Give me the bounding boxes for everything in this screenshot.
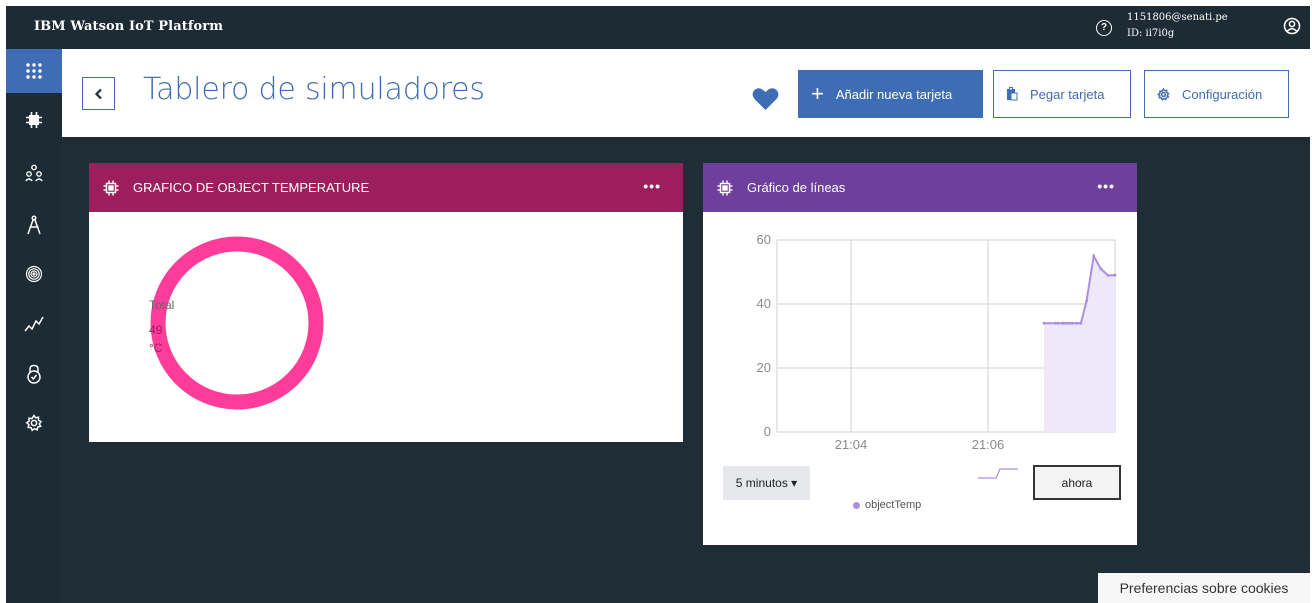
user-avatar-icon[interactable] xyxy=(1283,17,1301,35)
help-icon[interactable]: ? xyxy=(1096,20,1112,36)
paste-card-label: Pegar tarjeta xyxy=(1030,86,1105,102)
device-chip-icon xyxy=(717,180,733,196)
series-point xyxy=(1075,321,1079,325)
now-button[interactable]: ahora xyxy=(1033,465,1121,500)
donut-total-label: Total xyxy=(149,298,175,312)
rail-item-usage[interactable] xyxy=(6,304,62,344)
apps-icon xyxy=(26,63,42,79)
card-header: Gráfico de líneas ••• xyxy=(703,163,1137,212)
devices-icon xyxy=(26,112,42,128)
side-rail xyxy=(6,49,62,603)
x-tick-label: 21:06 xyxy=(972,437,1005,452)
favorite-heart-icon[interactable] xyxy=(752,87,779,111)
series-point xyxy=(1054,321,1057,325)
series-point xyxy=(1042,321,1046,325)
rail-item-apps[interactable] xyxy=(6,49,62,93)
legend-label: objectTemp xyxy=(865,499,922,511)
y-tick-label: 60 xyxy=(757,232,771,247)
series-point xyxy=(1065,321,1069,325)
members-icon xyxy=(25,164,43,182)
device-chip-icon xyxy=(103,180,119,196)
series-point xyxy=(1056,321,1060,325)
rail-item-security[interactable] xyxy=(6,254,62,294)
timeline-preview xyxy=(978,468,1018,479)
series-point xyxy=(1062,321,1066,325)
chevron-left-icon xyxy=(94,88,102,99)
back-button[interactable] xyxy=(82,77,115,110)
add-card-label: Añadir nueva tarjeta xyxy=(835,86,953,102)
rail-item-members[interactable] xyxy=(6,153,62,193)
rail-item-devices[interactable] xyxy=(6,100,62,140)
y-tick-label: 0 xyxy=(764,424,771,439)
series-point xyxy=(1079,321,1083,325)
paste-icon xyxy=(1006,87,1018,101)
card-title: GRAFICO DE OBJECT TEMPERATURE xyxy=(133,180,370,195)
series-area xyxy=(1044,256,1115,432)
line-chart: 0 20 40 60 21:04 21:06 xyxy=(757,232,1117,452)
legend-dot xyxy=(853,501,860,509)
y-tick-label: 20 xyxy=(757,360,771,375)
user-id: ID: ii7i0g xyxy=(1127,28,1175,39)
usage-chart-icon xyxy=(24,316,44,332)
compass-icon xyxy=(27,215,41,235)
y-tick-label: 40 xyxy=(757,296,771,311)
donut-value: 49 xyxy=(149,323,163,337)
card-menu-icon[interactable]: ••• xyxy=(643,178,661,194)
cookie-preferences-button[interactable]: Preferencias sobre cookies xyxy=(1098,573,1310,603)
card-menu-icon[interactable]: ••• xyxy=(1097,178,1115,194)
dashboard-header: Tablero de simuladores + Añadir nueva ta… xyxy=(62,49,1310,137)
temperature-gauge-card: GRAFICO DE OBJECT TEMPERATURE ••• Total … xyxy=(89,163,683,442)
series-point xyxy=(1085,299,1088,303)
plus-icon: + xyxy=(811,81,824,106)
series-point xyxy=(1113,273,1117,277)
series-point xyxy=(1099,267,1103,271)
rail-item-lock[interactable] xyxy=(6,354,62,394)
rail-item-rules[interactable] xyxy=(6,205,62,245)
series-point xyxy=(1106,273,1110,277)
user-info[interactable]: 1151806@senati.pe ID: ii7i0g xyxy=(1127,10,1228,42)
app-frame: IBM Watson IoT Platform ? 1151806@senati… xyxy=(6,6,1310,603)
rail-item-settings[interactable] xyxy=(6,403,62,443)
series-point xyxy=(1092,254,1096,258)
donut-unit: °C xyxy=(149,341,163,355)
paste-card-button[interactable]: Pegar tarjeta xyxy=(993,70,1131,118)
lock-icon xyxy=(27,364,41,384)
card-header: GRAFICO DE OBJECT TEMPERATURE ••• xyxy=(89,163,683,212)
series-point xyxy=(1071,321,1074,325)
settings-icon xyxy=(1157,87,1170,101)
fingerprint-icon xyxy=(25,265,43,283)
configuration-button[interactable]: Configuración xyxy=(1144,70,1289,118)
settings-icon xyxy=(25,414,43,432)
x-tick-label: 21:04 xyxy=(835,437,868,452)
page-title: Tablero de simuladores xyxy=(143,72,485,107)
line-chart-card: Gráfico de líneas ••• 0 20 40 60 21:04 21:06 … xyxy=(703,163,1137,545)
add-card-button[interactable]: + Añadir nueva tarjeta xyxy=(798,70,983,118)
top-bar: IBM Watson IoT Platform ? 1151806@senati… xyxy=(6,6,1310,49)
user-email: 1151806@senati.pe xyxy=(1127,12,1228,23)
time-range-dropdown[interactable]: 5 minutos ▾ xyxy=(723,466,810,500)
donut-gauge: Total 49 °C xyxy=(149,235,325,411)
brand-title[interactable]: IBM Watson IoT Platform xyxy=(34,19,223,34)
series-point xyxy=(1068,321,1071,325)
chart-legend[interactable]: objectTemp xyxy=(853,499,921,511)
configuration-label: Configuración xyxy=(1182,86,1263,102)
card-title: Gráfico de líneas xyxy=(747,180,846,195)
